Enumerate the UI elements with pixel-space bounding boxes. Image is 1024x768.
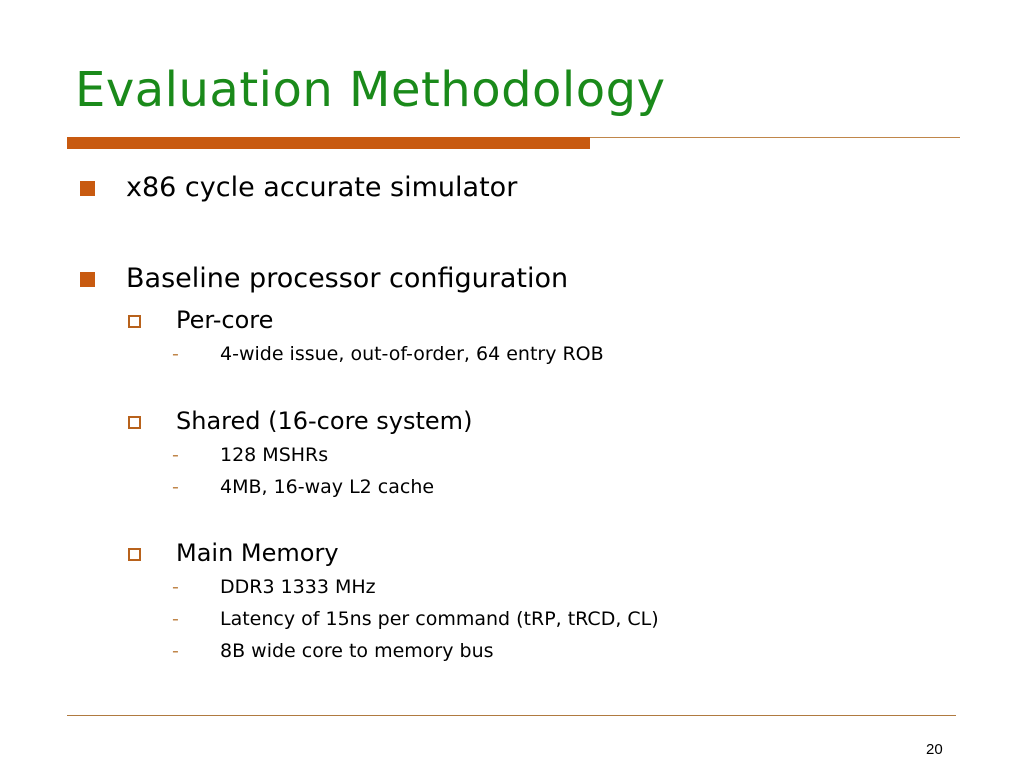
sub-bullet-text: Main Memory xyxy=(176,539,339,567)
hollow-square-bullet-icon xyxy=(128,416,141,429)
title-underline-thick xyxy=(67,137,590,149)
dash-icon: - xyxy=(172,576,179,598)
slide-title: Evaluation Methodology xyxy=(75,62,666,118)
detail-text: 128 MSHRs xyxy=(220,444,329,466)
bullet-text: x86 cycle accurate simulator xyxy=(126,172,518,203)
dash-icon: - xyxy=(172,476,179,498)
sub-bullet-text: Shared (16-core system) xyxy=(176,407,473,435)
sub-bullet-text: Per-core xyxy=(176,306,274,334)
detail-text: 8B wide core to memory bus xyxy=(220,640,494,662)
detail-text: DDR3 1333 MHz xyxy=(220,576,376,598)
dash-icon: - xyxy=(172,640,179,662)
page-number: 20 xyxy=(926,741,943,758)
bullet-text: Baseline processor configuration xyxy=(126,263,569,294)
hollow-square-bullet-icon xyxy=(128,315,141,328)
title-underline-thin xyxy=(590,137,960,138)
dash-icon: - xyxy=(172,343,179,365)
square-bullet-icon xyxy=(80,272,95,287)
detail-text: Latency of 15ns per command (tRP, tRCD, … xyxy=(220,608,659,630)
dash-icon: - xyxy=(172,444,179,466)
detail-text: 4-wide issue, out-of-order, 64 entry ROB xyxy=(220,343,604,365)
hollow-square-bullet-icon xyxy=(128,548,141,561)
footer-rule xyxy=(67,715,956,716)
square-bullet-icon xyxy=(80,181,95,196)
dash-icon: - xyxy=(172,608,179,630)
detail-text: 4MB, 16-way L2 cache xyxy=(220,476,435,498)
